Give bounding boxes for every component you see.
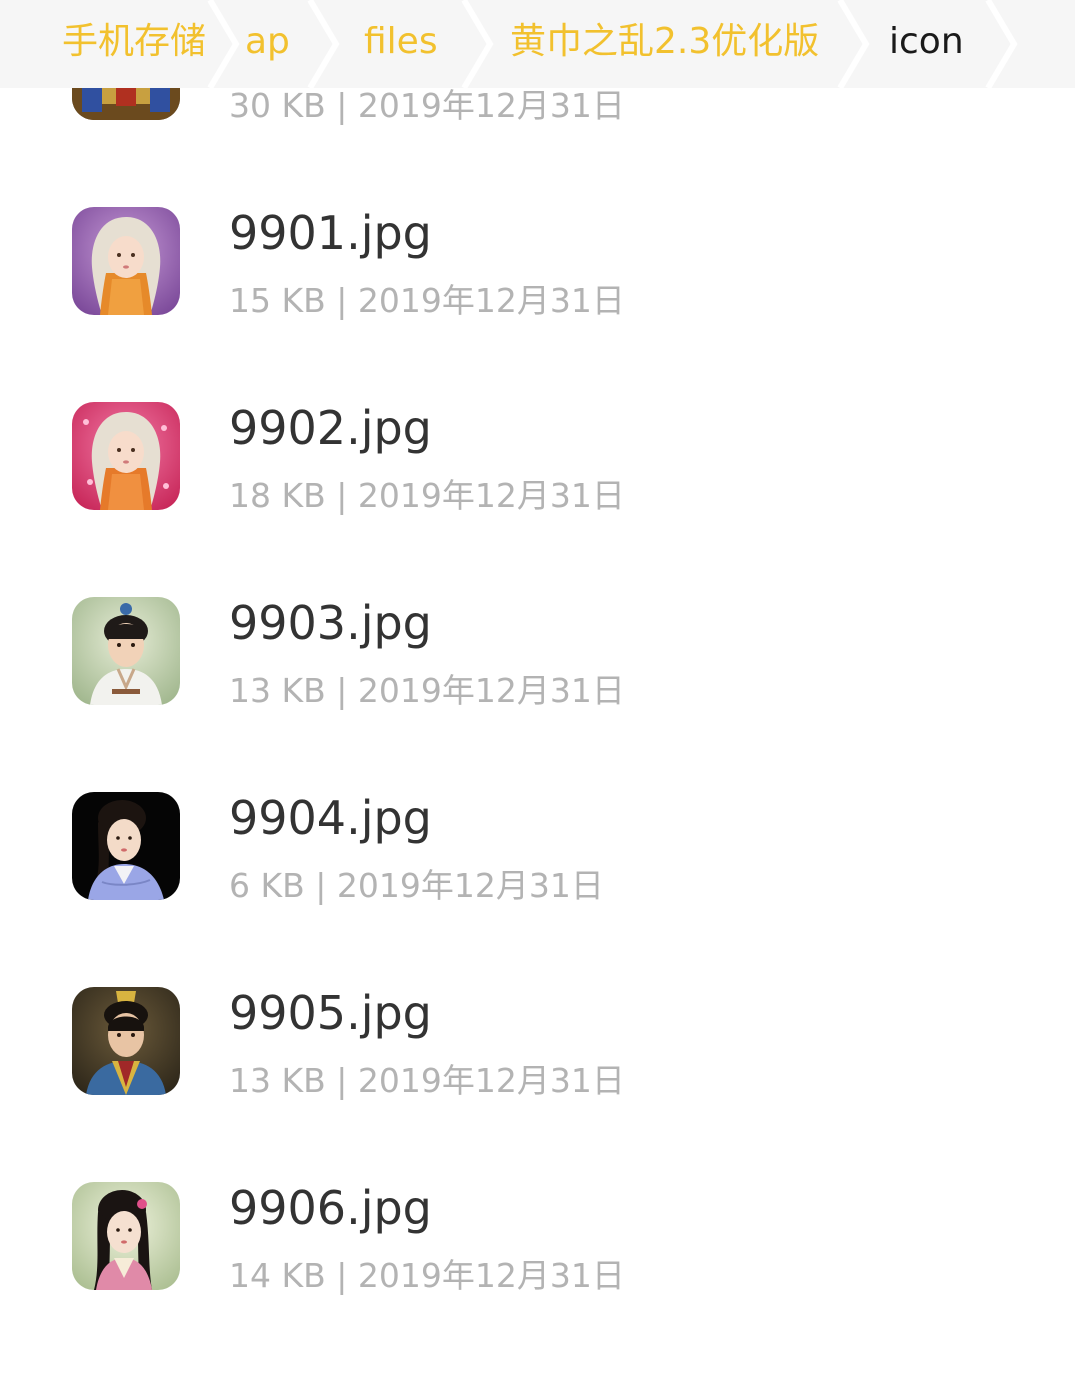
file-name: 9901.jpg [229, 206, 432, 260]
chevron-right-icon [836, 0, 870, 88]
breadcrumb-item-phone-storage[interactable]: 手机存储 [62, 0, 206, 88]
file-meta: 30 KB | 2019年12月31日 [229, 86, 625, 125]
file-meta: 13 KB | 2019年12月31日 [229, 1061, 625, 1100]
file-name: 9903.jpg [229, 596, 432, 650]
file-meta: 14 KB | 2019年12月31日 [229, 1256, 625, 1295]
breadcrumb-item-ap[interactable]: ap [245, 0, 290, 88]
breadcrumb-item-icon-current[interactable]: icon [889, 0, 964, 88]
chevron-right-icon [984, 0, 1018, 88]
file-thumbnail [72, 597, 180, 705]
file-thumbnail [72, 987, 180, 1095]
chevron-right-icon [460, 0, 494, 88]
breadcrumb-item-game-folder[interactable]: 黄巾之乱2.3优化版 [510, 0, 819, 88]
file-meta: 18 KB | 2019年12月31日 [229, 476, 625, 515]
breadcrumb-item-files[interactable]: files [364, 0, 438, 88]
file-row[interactable]: 9901.jpg 15 KB | 2019年12月31日 [0, 206, 1075, 402]
file-thumbnail [72, 1182, 180, 1290]
file-thumbnail [72, 402, 180, 510]
file-thumbnail [72, 792, 180, 900]
file-meta: 6 KB | 2019年12月31日 [229, 866, 604, 905]
file-row[interactable]: 9905.jpg 13 KB | 2019年12月31日 [0, 986, 1075, 1182]
file-name: 9905.jpg [229, 986, 432, 1040]
breadcrumb: 手机存储 ap files 黄巾之乱2.3优化版 icon [0, 0, 1075, 88]
file-row[interactable]: 9903.jpg 13 KB | 2019年12月31日 [0, 596, 1075, 792]
file-row[interactable]: 9904.jpg 6 KB | 2019年12月31日 [0, 791, 1075, 987]
file-meta: 15 KB | 2019年12月31日 [229, 281, 625, 320]
file-thumbnail [72, 207, 180, 315]
chevron-right-icon [206, 0, 240, 88]
file-name: 9902.jpg [229, 401, 432, 455]
file-meta: 13 KB | 2019年12月31日 [229, 671, 625, 710]
file-row[interactable]: 9906.jpg 14 KB | 2019年12月31日 [0, 1181, 1075, 1377]
file-name: 9906.jpg [229, 1181, 432, 1235]
file-name: 9904.jpg [229, 791, 432, 845]
file-row[interactable]: 9902.jpg 18 KB | 2019年12月31日 [0, 401, 1075, 597]
file-list: 30 KB | 2019年12月31日 9901.jpg 15 KB | 201… [0, 0, 1075, 1341]
chevron-right-icon [306, 0, 340, 88]
